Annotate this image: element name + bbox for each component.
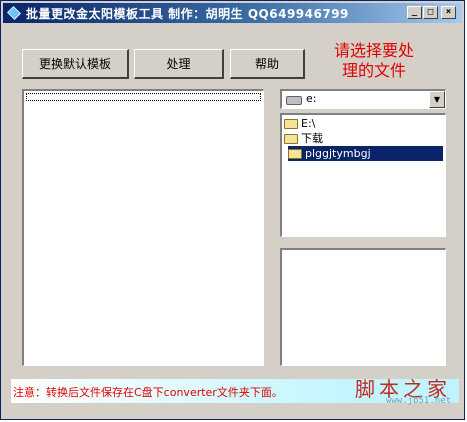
folder-label: E:\ xyxy=(301,117,316,130)
chevron-down-icon[interactable]: ▼ xyxy=(429,91,445,108)
drive-icon xyxy=(286,96,302,105)
title-bar[interactable]: 批量更改金太阳模板工具 制作：胡明生 QQ649946799 _ □ × xyxy=(3,3,462,23)
app-icon xyxy=(7,6,21,20)
hint-line-1: 请选择要处 xyxy=(333,41,414,60)
close-button[interactable]: × xyxy=(441,6,456,19)
preview-box[interactable] xyxy=(280,248,446,366)
select-file-hint: 请选择要处 理的文件 xyxy=(319,41,429,81)
app-window: 批量更改金太阳模板工具 制作：胡明生 QQ649946799 _ □ × 更换默… xyxy=(0,0,465,420)
watermark-url: www.jb51.net xyxy=(385,396,451,406)
folder-open-icon xyxy=(284,118,298,129)
help-button[interactable]: 帮助 xyxy=(230,49,305,79)
process-button[interactable]: 处理 xyxy=(134,49,224,79)
file-list[interactable] xyxy=(22,89,264,366)
folder-open-icon xyxy=(288,148,302,159)
hint-line-2: 理的文件 xyxy=(341,61,406,80)
window-title: 批量更改金太阳模板工具 制作：胡明生 QQ649946799 xyxy=(26,6,349,21)
folder-item-selected[interactable]: plggjtymbgj xyxy=(288,146,443,161)
folder-item-download[interactable]: 下载 xyxy=(284,131,323,146)
drive-value: e: xyxy=(306,92,317,105)
replace-template-button[interactable]: 更换默认模板 xyxy=(22,49,129,79)
folder-label: plggjtymbgj xyxy=(305,147,371,160)
list-focus-rect xyxy=(26,93,261,101)
folder-tree[interactable]: E:\ 下载 plggjtymbgj xyxy=(280,113,446,237)
folder-label: 下载 xyxy=(301,132,323,145)
folder-open-icon xyxy=(284,133,298,144)
minimize-button[interactable]: _ xyxy=(407,6,422,19)
maximize-button[interactable]: □ xyxy=(423,6,438,19)
status-bar: 注意：转换后文件保存在C盘下converter文件夹下面。 脚本之家 www.j… xyxy=(11,377,459,406)
folder-item-root[interactable]: E:\ xyxy=(284,116,315,131)
status-note: 注意：转换后文件保存在C盘下converter文件夹下面。 xyxy=(13,386,283,399)
drive-select[interactable]: e: ▼ xyxy=(280,89,446,109)
